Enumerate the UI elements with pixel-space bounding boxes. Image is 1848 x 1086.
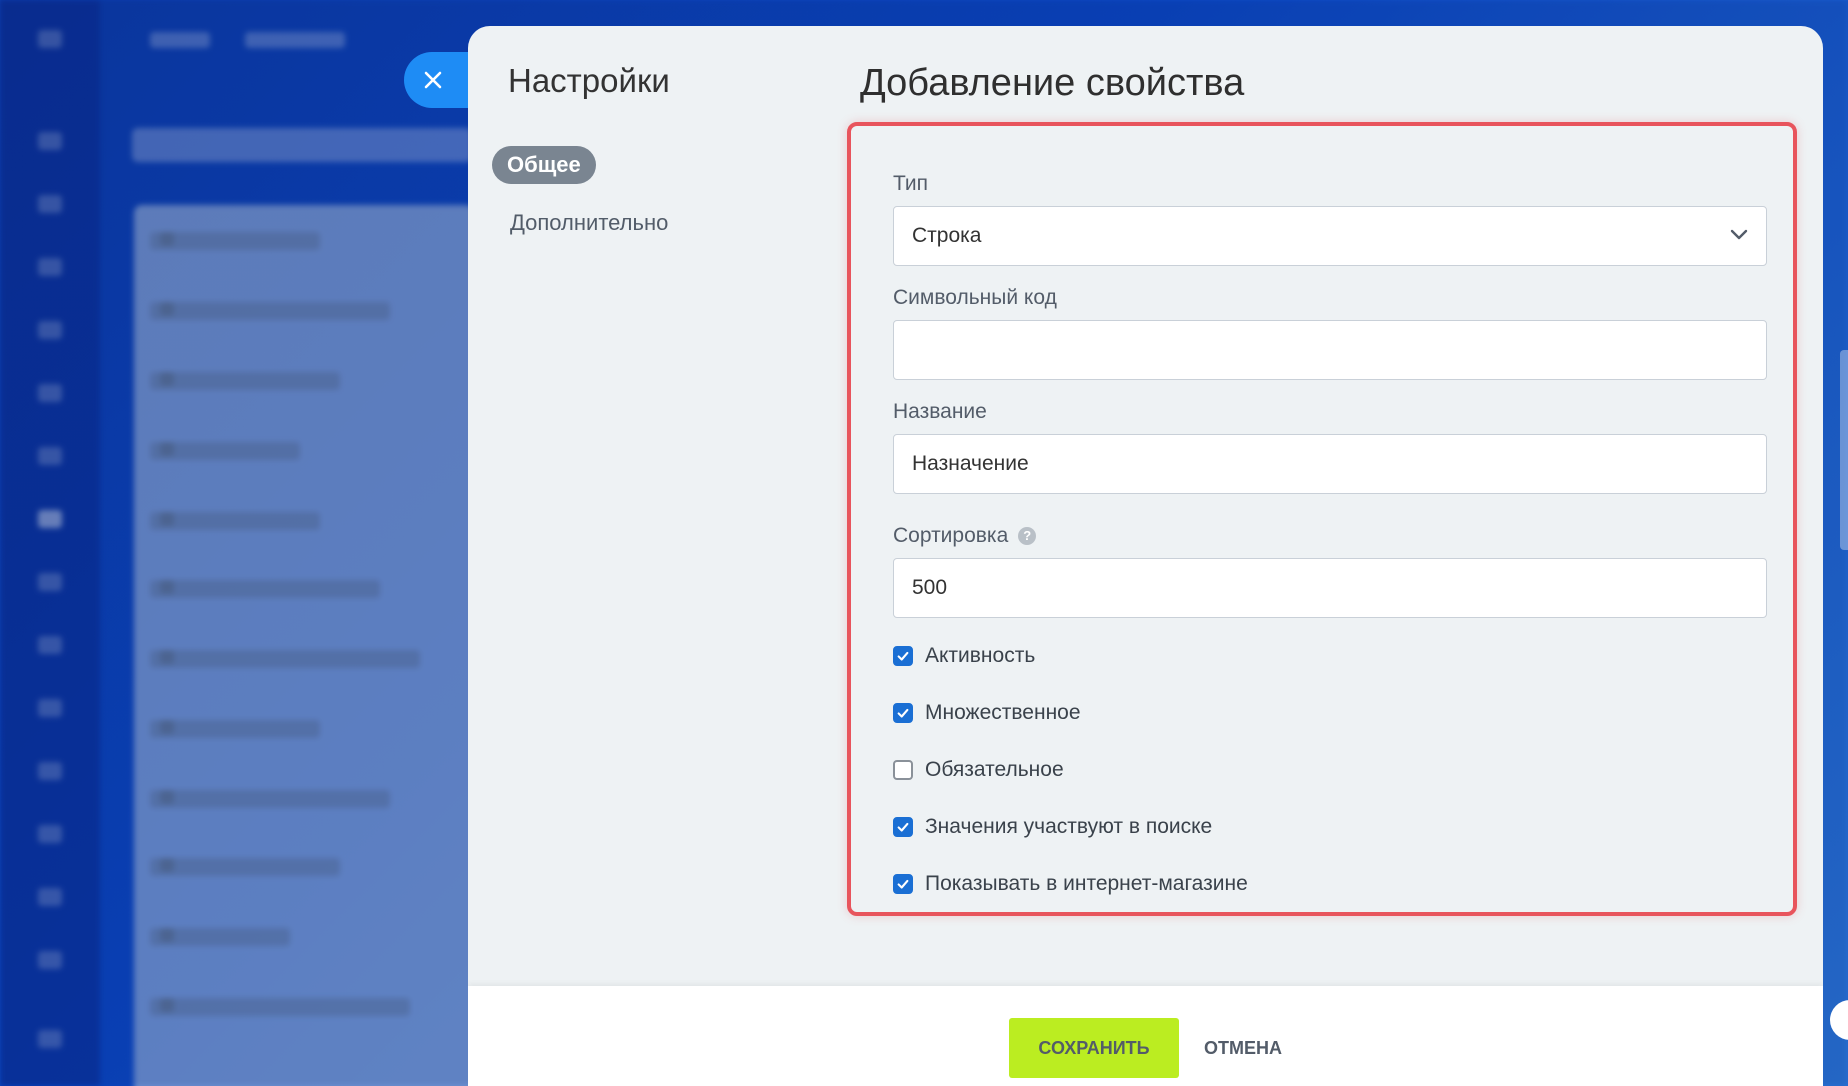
checkbox-searchable-box[interactable] bbox=[893, 817, 913, 837]
checkbox-label: Обязательное bbox=[925, 758, 1064, 781]
help-icon[interactable]: ? bbox=[1018, 526, 1037, 545]
settings-panel: Настройки Общее Дополнительно Добавление… bbox=[468, 26, 1823, 1086]
property-form: Тип Строка Символьный код Название Сорти… bbox=[847, 122, 1797, 916]
checkbox-required[interactable]: Обязательное bbox=[893, 758, 1064, 782]
checkmark-icon bbox=[897, 879, 909, 889]
checkbox-multiple[interactable]: Множественное bbox=[893, 701, 1081, 725]
code-label: Символьный код bbox=[893, 286, 1057, 309]
save-button[interactable]: СОХРАНИТЬ bbox=[1009, 1018, 1179, 1078]
checkbox-label: Активность bbox=[925, 644, 1036, 667]
settings-title: Настройки bbox=[508, 62, 670, 99]
type-select[interactable]: Строка bbox=[893, 206, 1767, 266]
nav-item-additional[interactable]: Дополнительно bbox=[510, 210, 668, 236]
close-icon bbox=[424, 71, 442, 89]
page-title: Добавление свойства bbox=[860, 62, 1245, 104]
close-slider-button[interactable] bbox=[404, 52, 474, 108]
page-scrollbar[interactable] bbox=[1840, 350, 1848, 550]
footer-bar: СОХРАНИТЬ ОТМЕНА bbox=[468, 986, 1823, 1086]
sort-label: Сортировка? bbox=[893, 524, 1037, 548]
checkbox-show-in-shop-box[interactable] bbox=[893, 874, 913, 894]
checkbox-searchable[interactable]: Значения участвуют в поиске bbox=[893, 815, 1212, 839]
checkbox-label: Множественное bbox=[925, 701, 1081, 724]
name-label: Название bbox=[893, 400, 987, 423]
checkbox-label: Показывать в интернет-магазине bbox=[925, 872, 1248, 895]
checkmark-icon bbox=[897, 822, 909, 832]
cancel-button[interactable]: ОТМЕНА bbox=[1204, 1018, 1282, 1078]
checkbox-show-in-shop[interactable]: Показывать в интернет-магазине bbox=[893, 872, 1248, 896]
type-label: Тип bbox=[893, 172, 929, 195]
sort-label-text: Сортировка bbox=[893, 524, 1009, 547]
checkbox-required-box[interactable] bbox=[893, 760, 913, 780]
type-select-value: Строка bbox=[912, 224, 982, 247]
checkbox-active-box[interactable] bbox=[893, 646, 913, 666]
nav-item-general[interactable]: Общее bbox=[492, 146, 596, 184]
checkmark-icon bbox=[897, 651, 909, 661]
checkmark-icon bbox=[897, 708, 909, 718]
sort-input[interactable] bbox=[893, 558, 1767, 618]
name-input[interactable] bbox=[893, 434, 1767, 494]
chevron-down-icon bbox=[1730, 229, 1748, 240]
code-input[interactable] bbox=[893, 320, 1767, 380]
checkbox-label: Значения участвуют в поиске bbox=[925, 815, 1213, 838]
checkbox-multiple-box[interactable] bbox=[893, 703, 913, 723]
checkbox-active[interactable]: Активность bbox=[893, 644, 1035, 668]
